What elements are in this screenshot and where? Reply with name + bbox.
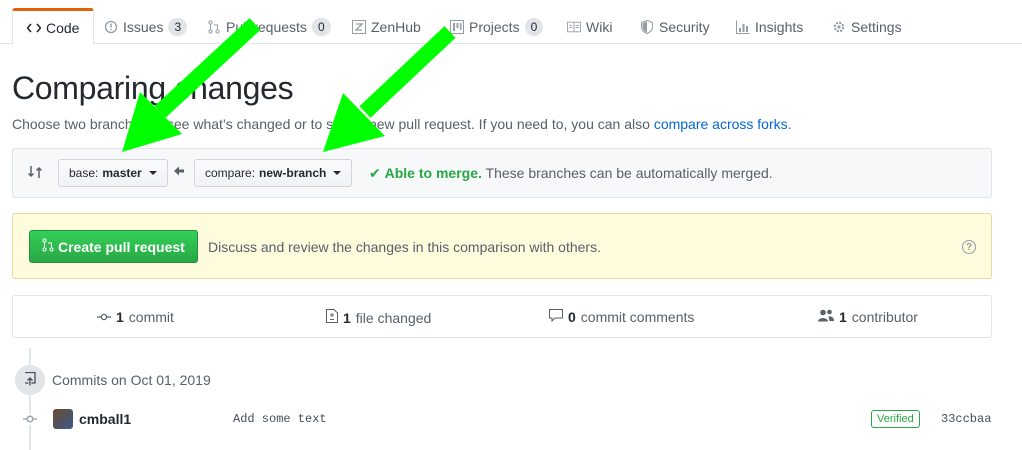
- range-editor: base: master compare: new-branch ✔ Able …: [12, 148, 992, 198]
- base-branch-name: master: [102, 166, 142, 180]
- repo-tabnav: Code Issues 3 Pull requests 0 ZenHub Pro…: [0, 0, 1022, 45]
- page-title: Comparing changes: [12, 70, 294, 106]
- base-branch-select[interactable]: base: master: [58, 159, 168, 187]
- verified-badge[interactable]: Verified: [871, 410, 920, 428]
- issues-counter: 3: [168, 17, 188, 36]
- commits-count: 1: [116, 309, 124, 325]
- commit-sha-link[interactable]: 33ccbaa: [941, 412, 991, 426]
- tab-zenhub[interactable]: ZenHub: [338, 8, 435, 45]
- compare-across-forks-link[interactable]: compare across forks: [654, 116, 788, 132]
- graph-icon: [736, 20, 750, 34]
- compare-prefix: compare:: [205, 166, 256, 180]
- project-icon: [450, 19, 464, 34]
- pull-request-icon: [42, 238, 54, 255]
- tab-label: Pull requests: [226, 18, 307, 35]
- commit-node-icon: [22, 413, 38, 425]
- files-count: 1: [343, 309, 351, 326]
- commit-icon: [97, 310, 111, 325]
- code-icon: [27, 21, 41, 35]
- base-prefix: base:: [69, 166, 99, 180]
- tab-label: ZenHub: [371, 18, 421, 35]
- tab-code[interactable]: Code: [12, 8, 95, 45]
- arrow-left-icon: [173, 165, 185, 180]
- commit-author-link[interactable]: cmball1: [79, 411, 131, 427]
- commits-date-heading: Commits on Oct 01, 2019: [52, 372, 211, 388]
- files-summary[interactable]: 1 file changed: [326, 309, 431, 326]
- commit-message-link[interactable]: Add some text: [233, 412, 327, 426]
- contributors-label: contributor: [851, 309, 918, 325]
- create-pr-flash: Create pull request Discuss and review t…: [12, 213, 992, 279]
- check-icon: ✔: [369, 165, 381, 181]
- gear-icon: [832, 20, 846, 34]
- contributors-summary[interactable]: 1 contributor: [818, 309, 918, 325]
- tab-label: Issues: [123, 18, 164, 35]
- merge-status-text: These branches can be automatically merg…: [485, 165, 773, 181]
- tab-label: Insights: [755, 18, 804, 35]
- tab-label: Settings: [851, 18, 902, 35]
- comment-icon: [549, 309, 563, 325]
- tab-label: Projects: [469, 18, 520, 35]
- commits-summary[interactable]: 1 commit: [97, 309, 174, 325]
- tab-wiki[interactable]: Wiki: [553, 8, 626, 45]
- chevron-down-icon: [148, 171, 157, 175]
- flash-message: Discuss and review the changes in this c…: [208, 239, 601, 255]
- compare-branch-select[interactable]: compare: new-branch: [194, 159, 353, 187]
- repo-push-icon: [24, 371, 36, 389]
- question-icon[interactable]: ?: [962, 240, 976, 254]
- commits-label: commit: [128, 309, 174, 325]
- tab-insights[interactable]: Insights: [722, 8, 817, 45]
- pull-request-icon: [207, 19, 221, 34]
- compare-arrows-icon: [27, 164, 43, 180]
- files-label: file changed: [355, 309, 432, 326]
- subtitle-text: Choose two branches to see what’s change…: [12, 116, 654, 132]
- compare-summary: 1 commit 1 file changed 0 commit comment…: [12, 295, 992, 338]
- shield-icon: [640, 19, 654, 34]
- merge-ok-label: Able to merge.: [384, 165, 482, 181]
- tab-label: Code: [46, 19, 80, 36]
- projects-counter: 0: [524, 17, 544, 36]
- tab-pull-requests[interactable]: Pull requests 0: [193, 8, 345, 45]
- timeline-badge: [15, 365, 45, 395]
- comments-count: 0: [568, 309, 576, 325]
- page-subtitle: Choose two branches to see what’s change…: [12, 116, 792, 132]
- tab-label: Wiki: [586, 18, 613, 35]
- comments-summary[interactable]: 0 commit comments: [549, 309, 694, 325]
- create-pull-request-button[interactable]: Create pull request: [29, 230, 198, 263]
- timeline-line: [29, 348, 31, 450]
- people-icon: [818, 309, 834, 325]
- compare-branch-name: new-branch: [259, 166, 327, 180]
- tab-settings[interactable]: Settings: [818, 8, 916, 45]
- issue-icon: [104, 20, 118, 34]
- tab-issues[interactable]: Issues 3: [90, 8, 201, 45]
- comments-label: commit comments: [580, 309, 695, 325]
- book-icon: [567, 20, 581, 34]
- merge-status: ✔ Able to merge. These branches can be a…: [369, 165, 773, 182]
- tab-label: Security: [659, 18, 710, 35]
- tab-projects[interactable]: Projects 0: [436, 8, 557, 45]
- file-diff-icon: [326, 309, 338, 326]
- contributors-count: 1: [839, 309, 847, 325]
- zenhub-icon: [352, 19, 366, 34]
- chevron-down-icon: [333, 171, 342, 175]
- annotation-arrow-right: [323, 26, 456, 152]
- create-pr-label: Create pull request: [58, 238, 185, 255]
- pull-requests-counter: 0: [311, 17, 331, 36]
- subtitle-suffix: .: [787, 116, 792, 132]
- avatar[interactable]: [53, 409, 73, 429]
- tab-security[interactable]: Security: [626, 8, 724, 45]
